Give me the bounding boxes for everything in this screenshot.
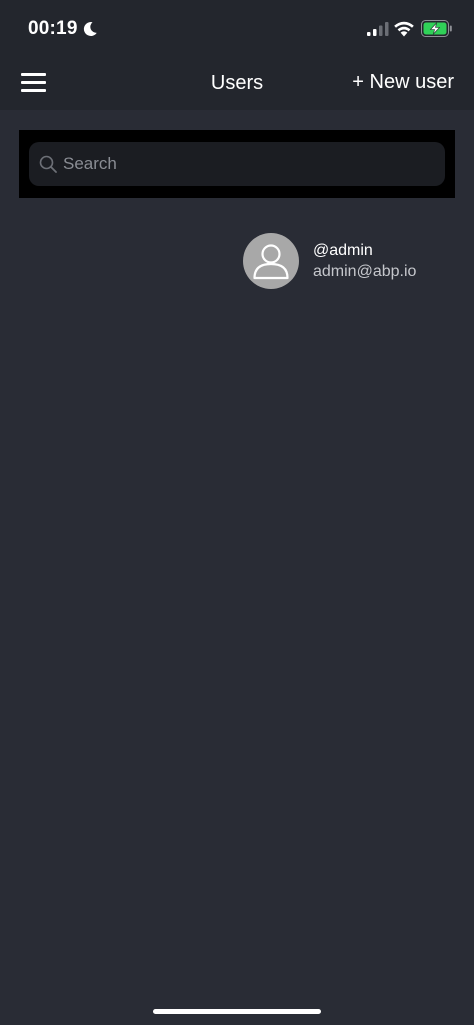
navigation-bar: Users + New user [0,58,474,110]
home-indicator[interactable] [153,1009,321,1014]
new-user-button[interactable]: + New user [352,71,454,94]
search-icon [39,155,57,173]
user-placeholder-icon [243,233,299,289]
hamburger-menu-icon[interactable] [16,68,50,98]
user-list-item[interactable]: @admin admin@abp.io [0,222,474,300]
user-username: @admin [313,242,373,259]
status-time: 00:19 [28,18,78,39]
moon-icon [83,22,97,37]
battery-charging-icon [421,20,452,37]
search-field[interactable] [29,142,445,186]
user-email: admin@abp.io [313,263,417,280]
search-bar [19,130,455,198]
search-input[interactable] [63,142,433,186]
cellular-signal-icon [367,22,389,36]
users-screen: 00:19 Users + New user Search @admin adm… [0,0,474,1025]
status-bar: 00:19 [0,0,474,58]
wifi-icon [394,21,414,37]
